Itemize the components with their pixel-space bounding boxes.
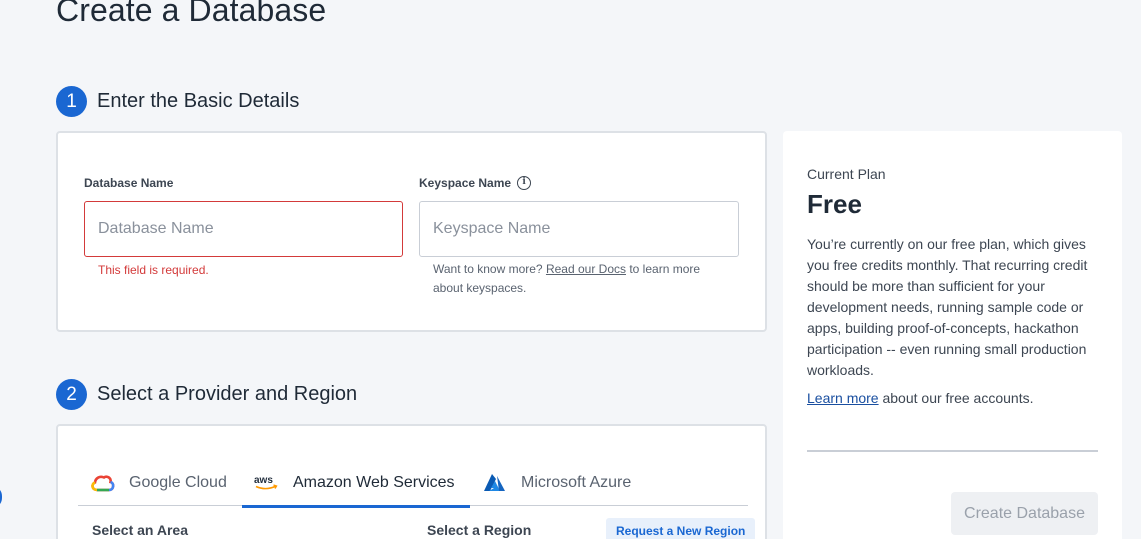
select-region-label: Select a Region <box>427 522 532 538</box>
keyspace-help-text: Want to know more? Read our Docs to lear… <box>433 262 701 295</box>
step-1-title: Enter the Basic Details <box>97 90 300 112</box>
plan-name: Free <box>807 189 862 219</box>
google-cloud-icon <box>90 473 115 493</box>
step-2-header: 2 Select a Provider and Region <box>56 379 357 410</box>
database-name-input[interactable] <box>84 201 403 257</box>
info-icon[interactable]: i <box>517 176 532 190</box>
current-plan-caption: Current Plan <box>807 166 886 182</box>
page-title: Create a Database <box>56 0 327 28</box>
svg-text:aws: aws <box>254 475 273 486</box>
keyspace-name-label: Keyspace Name i <box>419 176 532 190</box>
step-2-title: Select a Provider and Region <box>97 383 358 405</box>
basic-details-card: Database Name This field is required. Ke… <box>56 131 767 332</box>
read-docs-link[interactable]: Read our Docs <box>546 262 626 276</box>
step-1-number: 1 <box>56 86 87 117</box>
step-1-header: 1 Enter the Basic Details <box>56 86 299 117</box>
step-2-number: 2 <box>56 379 87 410</box>
azure-icon <box>482 473 507 493</box>
plan-panel: Current Plan Free You’re currently on ou… <box>783 131 1122 539</box>
learn-more-link[interactable]: Learn more <box>807 390 879 406</box>
plan-description: You’re currently on our free plan, which… <box>807 236 1088 378</box>
provider-region-card: Google Cloud aws Amazon Web Services Mic… <box>56 424 767 539</box>
provider-tabs: Google Cloud aws Amazon Web Services Mic… <box>78 460 748 508</box>
create-database-button[interactable]: Create Database <box>951 492 1098 535</box>
tab-amazon-web-services[interactable]: aws Amazon Web Services <box>242 460 470 508</box>
tab-google-cloud[interactable]: Google Cloud <box>78 460 242 506</box>
keyspace-name-input[interactable] <box>419 201 739 257</box>
database-name-label: Database Name <box>84 176 174 190</box>
aws-icon: aws <box>254 473 279 493</box>
request-new-region-button[interactable]: Request a New Region <box>606 518 756 539</box>
plan-learn-more: Learn more about our free accounts. <box>807 390 1034 406</box>
database-name-error: This field is required. <box>98 263 209 277</box>
plan-divider <box>807 450 1098 452</box>
tab-microsoft-azure[interactable]: Microsoft Azure <box>470 460 650 506</box>
edge-handle[interactable] <box>0 486 2 508</box>
select-area-label: Select an Area <box>92 522 188 538</box>
